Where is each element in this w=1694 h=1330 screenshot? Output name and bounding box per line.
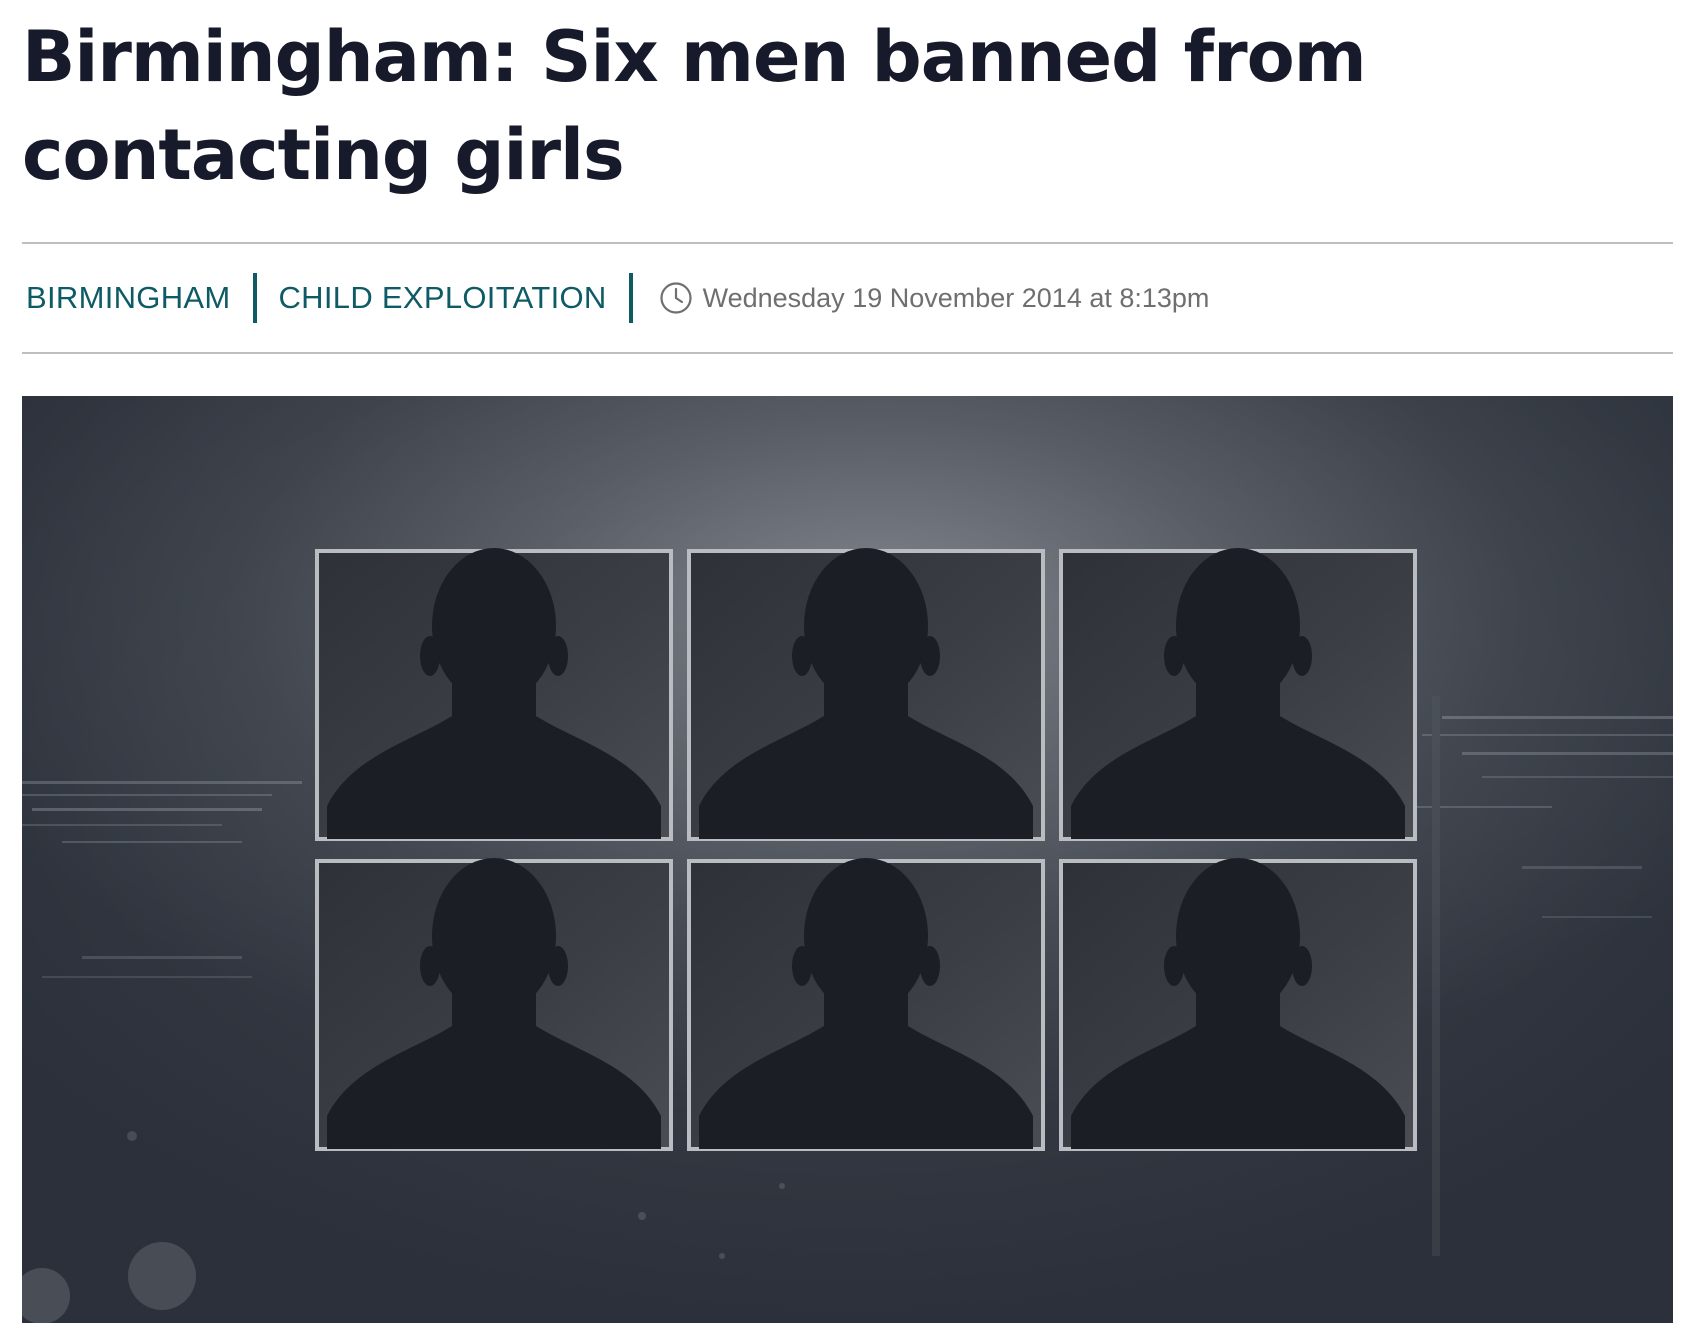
published-timestamp: Wednesday 19 November 2014 at 8:13pm (659, 281, 1210, 315)
tag-divider (252, 273, 257, 323)
clock-icon (659, 281, 693, 315)
photo-frame (1059, 548, 1417, 841)
published-date-text: Wednesday 19 November 2014 at 8:13pm (702, 282, 1210, 313)
tag-link-birmingham[interactable]: BIRMINGHAM (26, 280, 231, 316)
page-title: Birmingham: Six men banned from contacti… (22, 16, 1367, 196)
silhouette-grid-graphic (22, 396, 1673, 1323)
photo-frame (315, 858, 673, 1151)
tag-divider (628, 273, 633, 323)
photo-frame (315, 548, 673, 841)
silhouette-grid-photo (22, 396, 1673, 1323)
tag-link-child-exploitation[interactable]: CHILD EXPLOITATION (279, 280, 607, 316)
photo-frame (1059, 858, 1417, 1151)
hero-image (22, 396, 1673, 1323)
photo-frame (687, 858, 1045, 1151)
article-page: Birmingham: Six men banned from contacti… (22, 0, 1673, 1330)
photo-frame (687, 548, 1045, 841)
article-meta-bar: BIRMINGHAM CHILD EXPLOITATION Wednesday … (22, 242, 1673, 354)
